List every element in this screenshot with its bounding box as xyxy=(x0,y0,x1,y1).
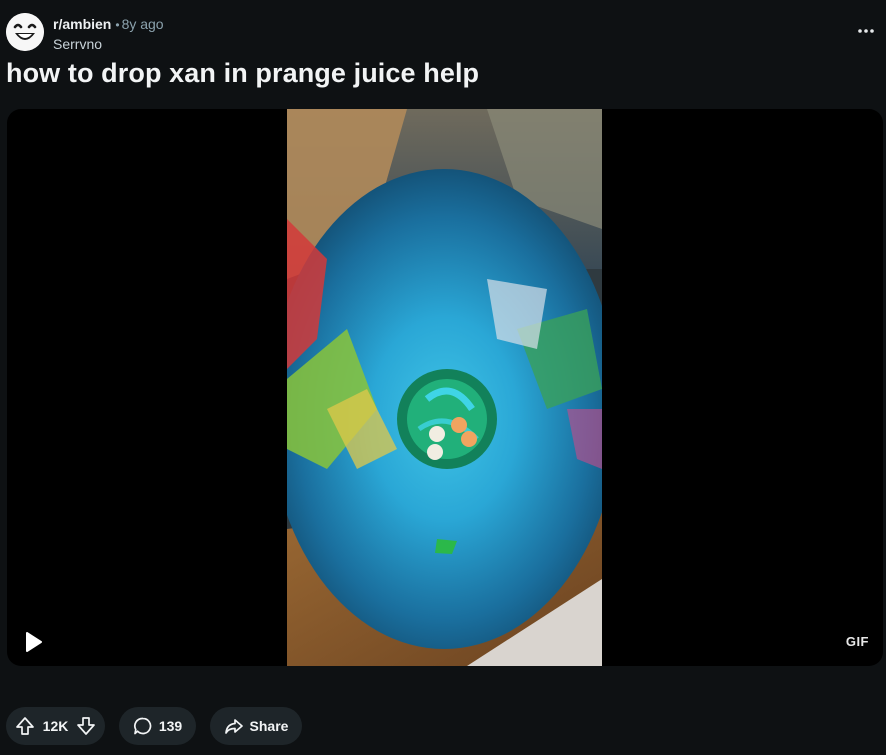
subreddit-avatar[interactable] xyxy=(6,13,44,51)
post-meta: r/ambien • 8y ago Serrvno xyxy=(53,15,164,53)
post-header: r/ambien • 8y ago Serrvno xyxy=(6,13,880,53)
subreddit-link[interactable]: r/ambien xyxy=(53,16,111,32)
downvote-arrow-icon xyxy=(77,717,95,735)
meta-separator: • xyxy=(115,18,120,32)
play-icon xyxy=(26,632,42,652)
snoo-smiling-avatar-icon xyxy=(6,13,44,51)
comment-count: 139 xyxy=(158,718,183,734)
upvote-arrow-icon xyxy=(16,717,34,735)
comments-button[interactable]: 139 xyxy=(119,707,196,745)
upvote-button[interactable] xyxy=(14,715,36,737)
media-player[interactable]: GIF xyxy=(7,109,883,666)
share-label: Share xyxy=(249,718,289,734)
vote-count: 12K xyxy=(42,718,69,734)
play-button[interactable] xyxy=(21,630,45,654)
post-title[interactable]: how to drop xan in prange juice help xyxy=(6,58,479,89)
share-button[interactable]: Share xyxy=(210,707,302,745)
ellipsis-horizontal-icon xyxy=(858,29,874,33)
downvote-button[interactable] xyxy=(75,715,97,737)
post-author[interactable]: Serrvno xyxy=(53,35,164,53)
comment-bubble-icon xyxy=(133,717,152,735)
gif-badge: GIF xyxy=(845,634,869,649)
more-options-button[interactable] xyxy=(852,19,880,43)
post-action-bar: 12K 139 Share xyxy=(6,707,302,745)
vote-control: 12K xyxy=(6,707,105,745)
share-arrow-icon xyxy=(224,719,243,734)
gif-frame-image xyxy=(287,109,602,666)
post-age: 8y ago xyxy=(121,16,164,32)
gif-frame xyxy=(287,109,602,666)
